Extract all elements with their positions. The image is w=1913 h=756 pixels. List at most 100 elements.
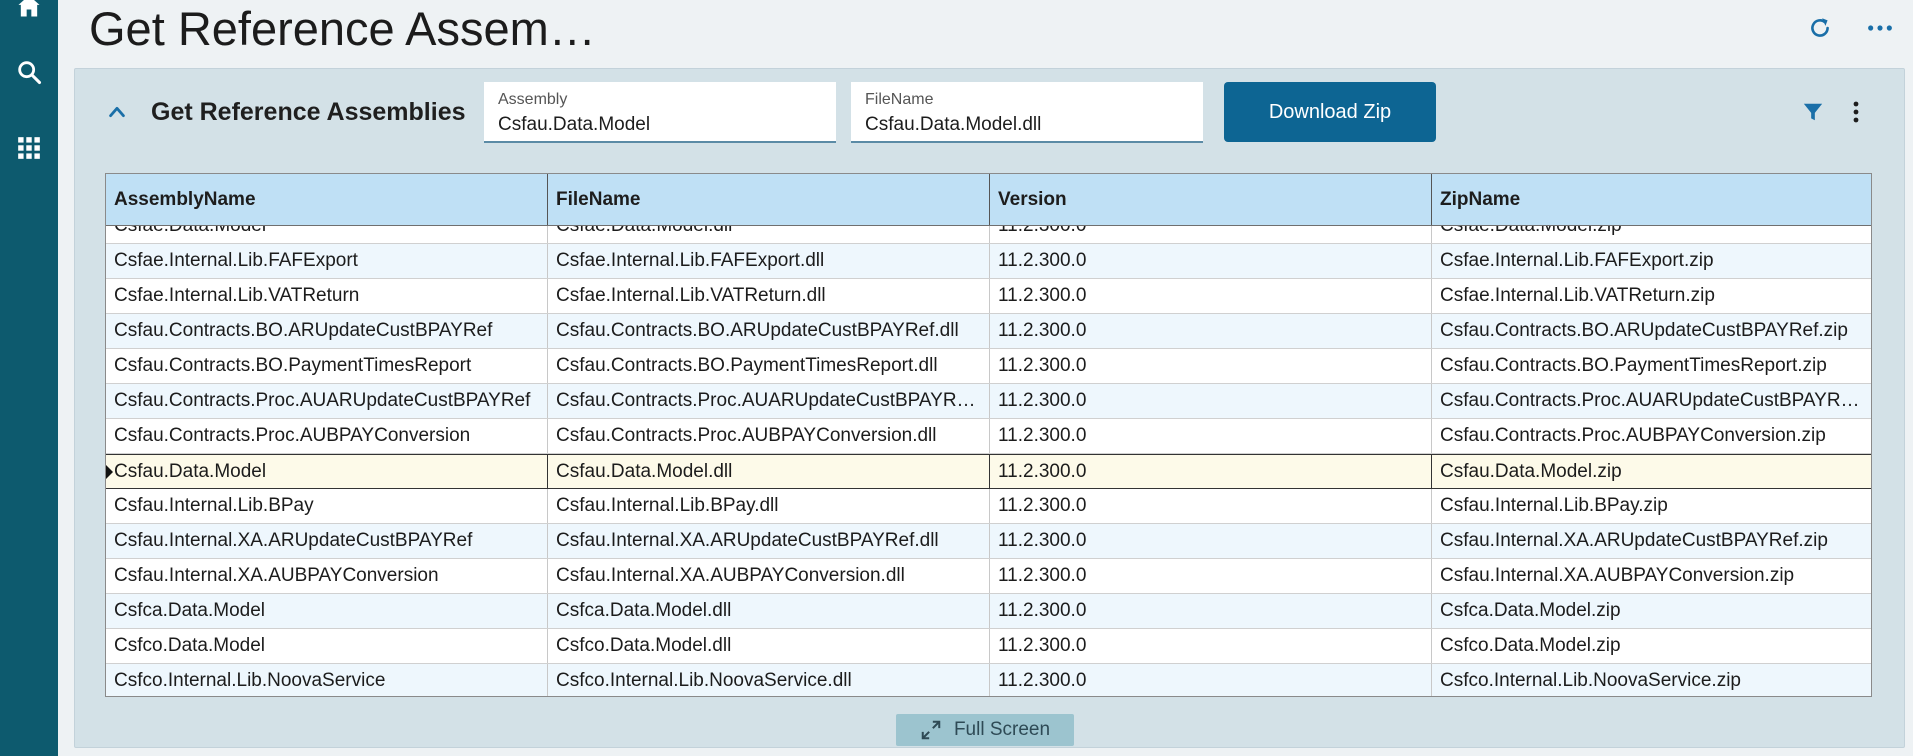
cell-assemblyname[interactable]: Csfco.Data.Model — [106, 629, 548, 663]
row-selector-marker — [106, 465, 113, 479]
apps-button[interactable] — [0, 124, 58, 172]
cell-filename[interactable]: Csfau.Internal.XA.AUBPAYConversion.dll — [548, 559, 990, 593]
cell-assemblyname[interactable]: Csfau.Internal.XA.AUBPAYConversion — [106, 559, 548, 593]
cell-filename[interactable]: Csfco.Data.Model.dll — [548, 629, 990, 663]
cell-filename[interactable]: Csfau.Contracts.Proc.AUARUpdateCustBPAYR… — [548, 384, 990, 418]
cell-zipname[interactable]: Csfco.Data.Model.zip — [1432, 629, 1871, 663]
table-row[interactable]: Csfae.Internal.Lib.VATReturn Csfae.Intern… — [106, 279, 1871, 314]
home-icon — [18, 0, 40, 17]
cell-assemblyname[interactable]: Csfau.Data.Model — [106, 455, 548, 489]
cell-zipname[interactable]: Csfau.Internal.XA.ARUpdateCustBPAYRef.zi… — [1432, 524, 1871, 558]
cell-filename[interactable]: Csfae.Internal.Lib.FAFExport.dll — [548, 244, 990, 278]
cell-assemblyname[interactable]: Csfae.Data.Model — [106, 226, 548, 243]
cell-filename[interactable]: Csfca.Data.Model.dll — [548, 594, 990, 628]
collapse-panel-button[interactable] — [101, 96, 133, 128]
filename-field[interactable]: FileName — [851, 82, 1203, 143]
table-row[interactable]: Csfco.Data.Model Csfco.Data.Model.dll 11.2… — [106, 629, 1871, 664]
cell-zipname[interactable]: Csfau.Contracts.Proc.AUARUpdateCustBPAYR… — [1432, 384, 1871, 418]
cell-version[interactable]: 11.2.300.0 — [990, 455, 1432, 489]
column-header-zipname[interactable]: ZipName — [1432, 174, 1871, 225]
cell-filename[interactable]: Csfau.Internal.Lib.BPay.dll — [548, 489, 990, 523]
cell-assemblyname[interactable]: Csfca.Data.Model — [106, 594, 548, 628]
cell-zipname[interactable]: Csfca.Data.Model.zip — [1432, 594, 1871, 628]
table-row[interactable]: Csfca.Data.Model Csfca.Data.Model.dll 11.2… — [106, 594, 1871, 629]
cell-assemblyname[interactable]: Csfau.Internal.Lib.BPay — [106, 489, 548, 523]
cell-assemblyname[interactable]: Csfau.Contracts.BO.PaymentTimesReport — [106, 349, 548, 383]
cell-zipname[interactable]: Csfau.Contracts.BO.PaymentTimesReport.zi… — [1432, 349, 1871, 383]
grid-body[interactable]: Csfae.Data.ModelCsfae.Data.Model.dll11.2… — [106, 226, 1871, 696]
cell-assemblyname[interactable]: Csfau.Contracts.BO.ARUpdateCustBPAYRef — [106, 314, 548, 348]
cell-assemblyname[interactable]: Csfau.Contracts.Proc.AUARUpdateCustBPAYR… — [106, 384, 548, 418]
table-row-selected[interactable]: Csfau.Data.Model Csfau.Data.Model.dll 11.2… — [106, 454, 1871, 489]
cell-zipname[interactable]: Csfau.Contracts.BO.ARUpdateCustBPAYRef.z… — [1432, 314, 1871, 348]
cell-filename[interactable]: Csfau.Contracts.BO.ARUpdateCustBPAYRef.d… — [548, 314, 990, 348]
apps-grid-icon — [18, 137, 40, 159]
cell-filename[interactable]: Csfae.Internal.Lib.VATReturn.dll — [548, 279, 990, 313]
column-header-version[interactable]: Version — [990, 174, 1432, 225]
cell-filename[interactable]: Csfau.Contracts.Proc.AUBPAYConversion.dl… — [548, 419, 990, 453]
panel-title: Get Reference Assemblies — [151, 98, 466, 126]
assembly-field[interactable]: Assembly — [484, 82, 836, 143]
filter-button[interactable] — [1797, 96, 1829, 128]
cell-zipname[interactable]: Csfco.Internal.Lib.NoovaService.zip — [1432, 664, 1871, 696]
cell-assemblyname[interactable]: Csfau.Internal.XA.ARUpdateCustBPAYRef — [106, 524, 548, 558]
cell-zipname[interactable]: Csfau.Contracts.Proc.AUBPAYConversion.zi… — [1432, 419, 1871, 453]
home-button[interactable] — [0, 0, 58, 30]
table-row[interactable]: Csfau.Internal.XA.ARUpdateCustBPAYRef Csf… — [106, 524, 1871, 559]
cell-zipname[interactable]: Csfae.Data.Model.zip — [1432, 226, 1871, 243]
column-header-filename[interactable]: FileName — [548, 174, 990, 225]
grid-header: AssemblyName FileName Version ZipName — [106, 174, 1871, 226]
cell-version[interactable]: 11.2.300.0 — [990, 349, 1432, 383]
cell-zipname[interactable]: Csfau.Internal.Lib.BPay.zip — [1432, 489, 1871, 523]
assembly-input[interactable] — [498, 114, 818, 136]
table-row[interactable]: Csfau.Internal.Lib.BPay Csfau.Internal.Li… — [106, 489, 1871, 524]
table-row[interactable]: Csfau.Contracts.BO.ARUpdateCustBPAYRef Cs… — [106, 314, 1871, 349]
cell-version[interactable]: 11.2.300.0 — [990, 384, 1432, 418]
table-row[interactable]: Csfae.Internal.Lib.FAFExport Csfae.Intern… — [106, 244, 1871, 279]
cell-version[interactable]: 11.2.300.0 — [990, 524, 1432, 558]
cell-version[interactable]: 11.2.300.0 — [990, 314, 1432, 348]
cell-version[interactable]: 11.2.300.0 — [990, 559, 1432, 593]
table-row[interactable]: Csfau.Internal.XA.AUBPAYConversion Csfau.… — [106, 559, 1871, 594]
full-screen-button[interactable]: Full Screen — [896, 714, 1074, 746]
cell-assemblyname[interactable]: Csfco.Internal.Lib.NoovaService — [106, 664, 548, 696]
more-options-button[interactable] — [1862, 10, 1898, 46]
assembly-field-label: Assembly — [498, 91, 568, 108]
cell-assemblyname[interactable]: Csfae.Internal.Lib.VATReturn — [106, 279, 548, 313]
cell-version[interactable]: 11.2.300.0 — [990, 244, 1432, 278]
panel-menu-button[interactable] — [1840, 96, 1872, 128]
cell-filename[interactable]: Csfau.Data.Model.dll — [548, 455, 990, 489]
cell-zipname[interactable]: Csfau.Data.Model.zip — [1432, 455, 1871, 489]
cell-zipname[interactable]: Csfae.Internal.Lib.FAFExport.zip — [1432, 244, 1871, 278]
download-zip-button[interactable]: Download Zip — [1224, 82, 1436, 142]
cell-version[interactable]: 11.2.300.0 — [990, 664, 1432, 696]
cell-zipname[interactable]: Csfae.Internal.Lib.VATReturn.zip — [1432, 279, 1871, 313]
refresh-icon — [1811, 18, 1829, 37]
table-row[interactable]: Csfau.Contracts.Proc.AUARUpdateCustBPAYR… — [106, 384, 1871, 419]
table-row[interactable]: Csfae.Data.ModelCsfae.Data.Model.dll11.2… — [106, 226, 1871, 244]
cell-filename[interactable]: Csfco.Internal.Lib.NoovaService.dll — [548, 664, 990, 696]
column-header-assemblyname[interactable]: AssemblyName — [106, 174, 548, 225]
table-row[interactable]: Csfau.Contracts.BO.PaymentTimesReport Csf… — [106, 349, 1871, 384]
search-button[interactable] — [0, 48, 58, 96]
table-row[interactable]: Csfco.Internal.Lib.NoovaService Csfco.Int… — [106, 664, 1871, 696]
cell-version[interactable]: 11.2.300.0 — [990, 489, 1432, 523]
table-row[interactable]: Csfau.Contracts.Proc.AUBPAYConversion Csf… — [106, 419, 1871, 454]
more-vertical-icon — [1853, 101, 1859, 123]
filename-input[interactable] — [865, 114, 1185, 136]
cell-assemblyname[interactable]: Csfau.Contracts.Proc.AUBPAYConversion — [106, 419, 548, 453]
cell-version[interactable]: 11.2.300.0 — [990, 279, 1432, 313]
cell-assemblyname[interactable]: Csfae.Internal.Lib.FAFExport — [106, 244, 548, 278]
cell-version[interactable]: 11.2.300.0 — [990, 594, 1432, 628]
refresh-button[interactable] — [1802, 10, 1838, 46]
full-screen-label: Full Screen — [953, 719, 1051, 740]
expand-icon — [921, 720, 941, 740]
filename-field-label: FileName — [865, 91, 934, 108]
cell-filename[interactable]: Csfau.Contracts.BO.PaymentTimesReport.dl… — [548, 349, 990, 383]
cell-version[interactable]: 11.2.300.0 — [990, 226, 1432, 243]
cell-zipname[interactable]: Csfau.Internal.XA.AUBPAYConversion.zip — [1432, 559, 1871, 593]
cell-filename[interactable]: Csfae.Data.Model.dll — [548, 226, 990, 243]
cell-filename[interactable]: Csfau.Internal.XA.ARUpdateCustBPAYRef.dl… — [548, 524, 990, 558]
cell-version[interactable]: 11.2.300.0 — [990, 419, 1432, 453]
cell-version[interactable]: 11.2.300.0 — [990, 629, 1432, 663]
